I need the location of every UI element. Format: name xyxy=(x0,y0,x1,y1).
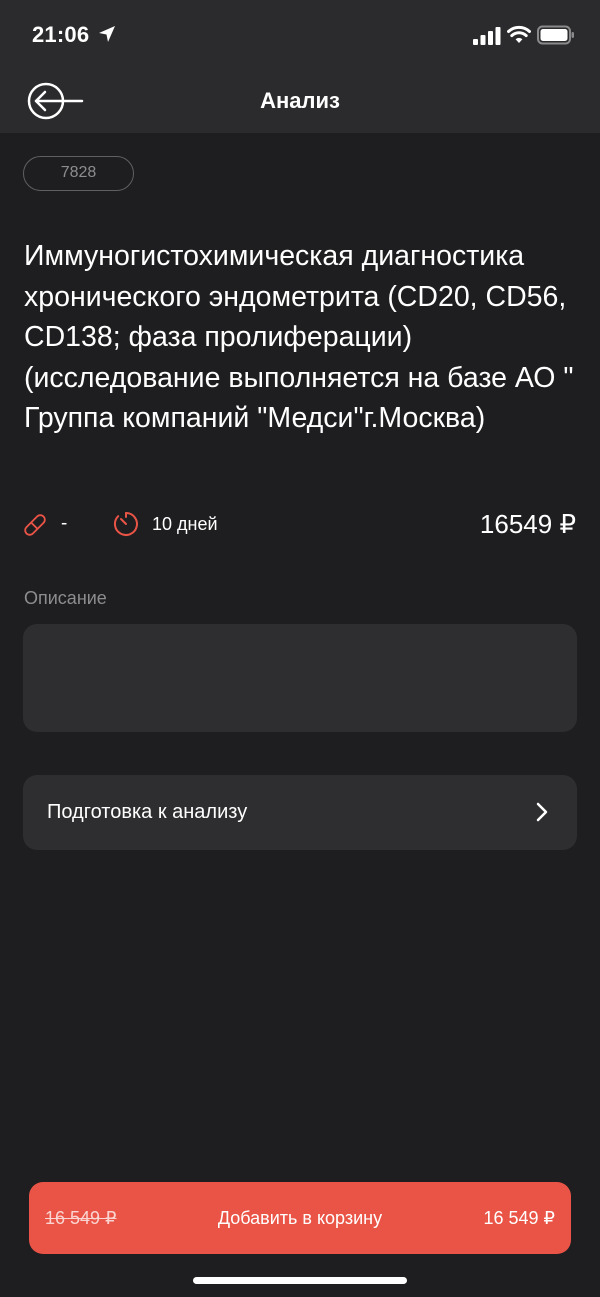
signal-icon xyxy=(473,27,501,45)
tube-value: - xyxy=(61,513,68,534)
top-area: 21:06 Анализ xyxy=(0,0,600,133)
battery-icon xyxy=(537,25,574,45)
preparation-button[interactable]: Подготовка к анализу xyxy=(23,775,577,850)
test-tube-icon xyxy=(24,514,46,536)
analysis-title: Иммуногистохимическая диагностика хронич… xyxy=(24,240,574,434)
analysis-screen: 21:06 Анализ 7828 Иммуногистохимическая … xyxy=(0,0,600,1297)
description-label: Описание xyxy=(24,588,107,608)
nav-header: Анализ xyxy=(0,70,600,133)
add-to-cart-button[interactable]: 16 549 ₽ Добавить в корзину 16 549 ₽ xyxy=(29,1182,571,1254)
home-indicator[interactable] xyxy=(193,1277,407,1284)
chevron-right-icon xyxy=(536,802,548,822)
page-title: Анализ xyxy=(260,88,340,113)
status-time: 21:06 xyxy=(32,22,90,47)
preparation-label: Подготовка к анализу xyxy=(47,801,248,823)
duration-value: 10 дней xyxy=(152,514,218,534)
analysis-price: 16549 ₽ xyxy=(479,509,576,539)
analysis-meta-row: - 10 дней 16549 ₽ xyxy=(0,505,600,545)
location-arrow-icon xyxy=(99,26,115,42)
status-bar: 21:06 xyxy=(0,0,600,70)
description-box xyxy=(23,624,577,732)
analysis-code-badge: 7828 xyxy=(23,156,134,191)
cart-price: 16 549 ₽ xyxy=(483,1208,555,1228)
timer-icon xyxy=(113,512,138,536)
wifi-icon xyxy=(507,25,531,43)
